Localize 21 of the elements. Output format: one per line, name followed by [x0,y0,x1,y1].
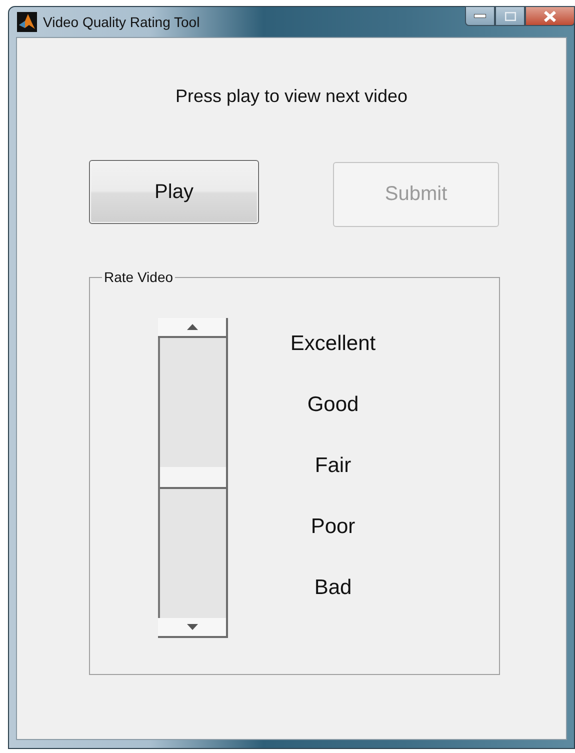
rating-label: Poor [310,514,356,540]
panel-title: Rate Video [102,269,176,285]
play-button[interactable]: Play [89,160,259,224]
rating-label: Excellent [289,331,377,357]
scroll-up-button[interactable] [158,318,228,338]
up-arrow-icon [186,324,198,330]
scroll-down-button[interactable] [158,618,228,638]
maximize-icon [504,12,516,20]
minimize-button[interactable] [465,6,495,26]
down-arrow-icon [186,624,198,630]
rating-label: Bad [313,575,353,601]
window-title: Video Quality Rating Tool [43,14,200,30]
minimize-icon [474,14,486,18]
instruction-text: Press play to view next video [174,85,409,107]
rating-label: Fair [314,453,352,479]
maximize-button[interactable] [495,6,525,26]
app-logo-icon [17,12,37,32]
close-icon [543,10,557,22]
slider-thumb[interactable] [160,467,226,489]
close-button[interactable] [525,6,575,26]
rating-label: Good [306,392,360,418]
